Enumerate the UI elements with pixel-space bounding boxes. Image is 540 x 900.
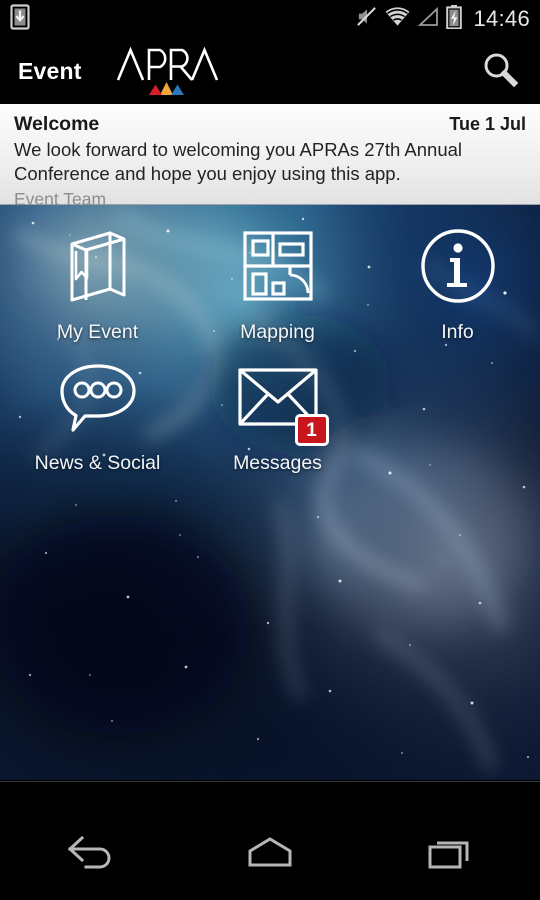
floorplan-icon xyxy=(235,223,321,309)
grid-item-mapping[interactable]: Mapping xyxy=(195,223,360,354)
battery-charging-icon xyxy=(446,4,463,34)
icon-grid-row-1: My Event Mapping Info xyxy=(0,223,540,354)
home-content: My Event Mapping Info News & Social 1 Me… xyxy=(0,205,540,780)
grid-label: Mapping xyxy=(240,321,315,343)
action-bar: Event xyxy=(0,38,540,104)
home-button[interactable] xyxy=(180,782,360,900)
grid-label: News & Social xyxy=(34,452,161,474)
wifi-icon xyxy=(385,6,410,32)
welcome-title: Welcome xyxy=(14,113,100,135)
navigation-bar xyxy=(0,781,540,900)
back-button[interactable] xyxy=(0,782,180,900)
speech-bubble-icon xyxy=(55,354,141,440)
grid-item-my-event[interactable]: My Event xyxy=(15,223,180,354)
welcome-date: Tue 1 Jul xyxy=(449,114,526,134)
grid-cell-empty xyxy=(375,354,540,485)
welcome-banner[interactable]: Welcome Tue 1 Jul We look forward to wel… xyxy=(0,104,540,209)
welcome-header-row: Welcome Tue 1 Jul xyxy=(14,113,526,136)
apra-logo xyxy=(116,46,222,96)
status-bar-left xyxy=(10,3,30,35)
welcome-body: We look forward to welcoming you APRAs 2… xyxy=(14,139,463,184)
phone-screen: 14:46 Event Welcome Tue 1 Jul We look fo… xyxy=(0,0,540,900)
cell-signal-icon xyxy=(417,6,439,32)
download-icon xyxy=(10,3,30,35)
status-bar: 14:46 xyxy=(0,0,540,38)
grid-label: My Event xyxy=(56,321,139,343)
icon-grid: My Event Mapping Info News & Social 1 Me… xyxy=(0,205,540,485)
envelope-icon: 1 xyxy=(235,354,329,446)
icon-grid-row-2: News & Social 1 Messages xyxy=(0,354,540,485)
grid-label: Messages xyxy=(233,452,322,474)
grid-item-messages[interactable]: 1 Messages xyxy=(195,354,360,485)
search-icon xyxy=(480,49,520,94)
back-arrow-icon xyxy=(62,833,118,878)
volume-mute-icon xyxy=(355,5,378,33)
grid-label: Info xyxy=(441,321,474,343)
book-icon xyxy=(55,223,141,309)
app-title: Event xyxy=(18,57,82,84)
messages-badge: 1 xyxy=(294,414,329,446)
home-icon xyxy=(242,833,298,878)
grid-item-info[interactable]: Info xyxy=(375,223,540,354)
status-bar-right: 14:46 xyxy=(355,4,530,34)
recent-apps-icon xyxy=(422,833,478,878)
grid-item-news-social[interactable]: News & Social xyxy=(15,354,180,485)
info-circle-icon xyxy=(415,223,501,309)
recent-apps-button[interactable] xyxy=(360,782,540,900)
status-clock: 14:46 xyxy=(473,6,530,31)
search-button[interactable] xyxy=(474,45,526,97)
